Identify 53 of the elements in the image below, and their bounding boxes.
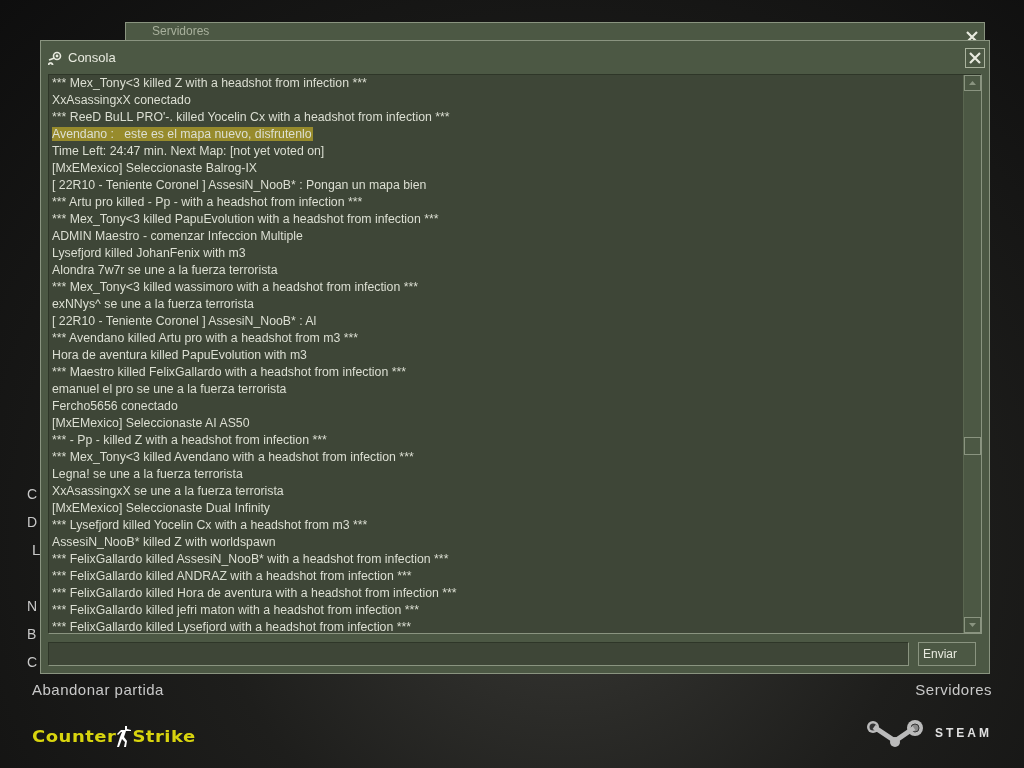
log-line: XxAsassingxX se une a la fuerza terrorista (52, 484, 284, 498)
log-line: [ 22R10 - Teniente Coronel ] AssesiN_NooB* : Pongan un mapa bien (52, 178, 427, 192)
log-line: exNNys^ se une a la fuerza terrorista (52, 297, 254, 311)
log-line: *** Mex_Tony<3 killed Avendano with a headshot from infection *** (52, 450, 414, 464)
log-line: [MxEMexico] Seleccionaste AI AS50 (52, 416, 250, 430)
game-logo: Counter Strike (32, 725, 196, 748)
log-line: *** FelixGallardo killed Lysefjord with a headshot from infection *** (52, 620, 412, 633)
log-line: Fercho5656 conectado (52, 399, 178, 413)
close-icon (969, 51, 981, 64)
menu-item[interactable]: L (32, 536, 41, 564)
down-arrow-icon[interactable] (969, 623, 976, 627)
log-line: *** Maestro killed FelixGallardo with a headshot from infection *** (52, 365, 407, 379)
send-button[interactable]: Enviar (918, 642, 976, 666)
log-line: *** Artu pro killed - Pp - with a headshot from infection *** (52, 195, 363, 209)
steam-logo-icon (48, 50, 62, 65)
menu-item[interactable]: Abandonar partida (32, 676, 164, 704)
log-line: ADMIN Maestro - comenzar Infeccion Multiple (52, 229, 303, 243)
log-line: [MxEMexico] Seleccionaste Balrog-IX (52, 161, 258, 175)
log-line: [ 22R10 - Teniente Coronel ] AssesiN_NooB* : Al (52, 314, 317, 328)
menu-item[interactable]: B (27, 620, 37, 648)
window-title: Servidores (152, 24, 210, 39)
log-line: *** FelixGallardo killed jefri maton with a headshot from infection *** (52, 603, 420, 617)
log-line: [MxEMexico] Seleccionaste Dual Infinity (52, 501, 271, 515)
log-line: emanuel el pro se une a la fuerza terrorista (52, 382, 287, 396)
menu-item[interactable]: N (27, 592, 38, 620)
log-line: *** FelixGallardo killed AssesiN_NooB* with a headshot from infection *** (52, 552, 449, 566)
close-icon[interactable] (966, 31, 978, 43)
log-line: *** ReeD BuLL PRO'-. killed Yocelin Cx with a headshot from infection *** (52, 110, 450, 124)
menu-item[interactable]: C (27, 648, 38, 676)
window-title: Consola (68, 50, 117, 65)
scroll-thumb[interactable] (964, 437, 981, 455)
log-line: Time Left: 24:47 min. Next Map: [not yet voted on] (52, 144, 325, 158)
log-line: Legna! se une a la fuerza terrorista (52, 467, 243, 481)
log-line: *** - Pp - killed Z with a headshot from infection *** (52, 433, 327, 447)
log-line: *** Mex_Tony<3 killed PapuEvolution with a headshot from infection *** (52, 212, 439, 226)
log-line: *** Avendano killed Artu pro with a headshot from m3 *** (52, 331, 358, 345)
log-line: *** FelixGallardo killed Hora de aventura with a headshot from infection *** (52, 586, 457, 600)
command-input[interactable] (48, 642, 909, 666)
log-line: Alondra 7w7r se une a la fuerza terrorista (52, 263, 278, 277)
up-arrow-icon[interactable] (969, 81, 976, 85)
servers-link[interactable]: Servidores (915, 676, 992, 704)
log-line: *** FelixGallardo killed ANDRAZ with a headshot from infection *** (52, 569, 412, 583)
log-line: *** Mex_Tony<3 killed wassimoro with a headshot from infection *** (52, 280, 418, 294)
log-line: XxAsassingxX conectado (52, 93, 191, 107)
log-line: AssesiN_NooB* killed Z with worldspawn (52, 535, 276, 549)
close-button[interactable] (965, 47, 985, 68)
log-line: Lysefjord killed JohanFenix with m3 (52, 246, 246, 260)
steam-wordmark: STEAM (935, 726, 992, 740)
menu-item[interactable]: C (27, 480, 38, 508)
log-line: Hora de aventura killed PapuEvolution with m3 (52, 348, 307, 362)
menu-item[interactable]: D (27, 508, 38, 536)
log-line: *** Mex_Tony<3 killed Z with a headshot from infection *** (52, 76, 367, 90)
log-line: *** Lysefjord killed Yocelin Cx with a headshot from m3 *** (52, 518, 368, 532)
